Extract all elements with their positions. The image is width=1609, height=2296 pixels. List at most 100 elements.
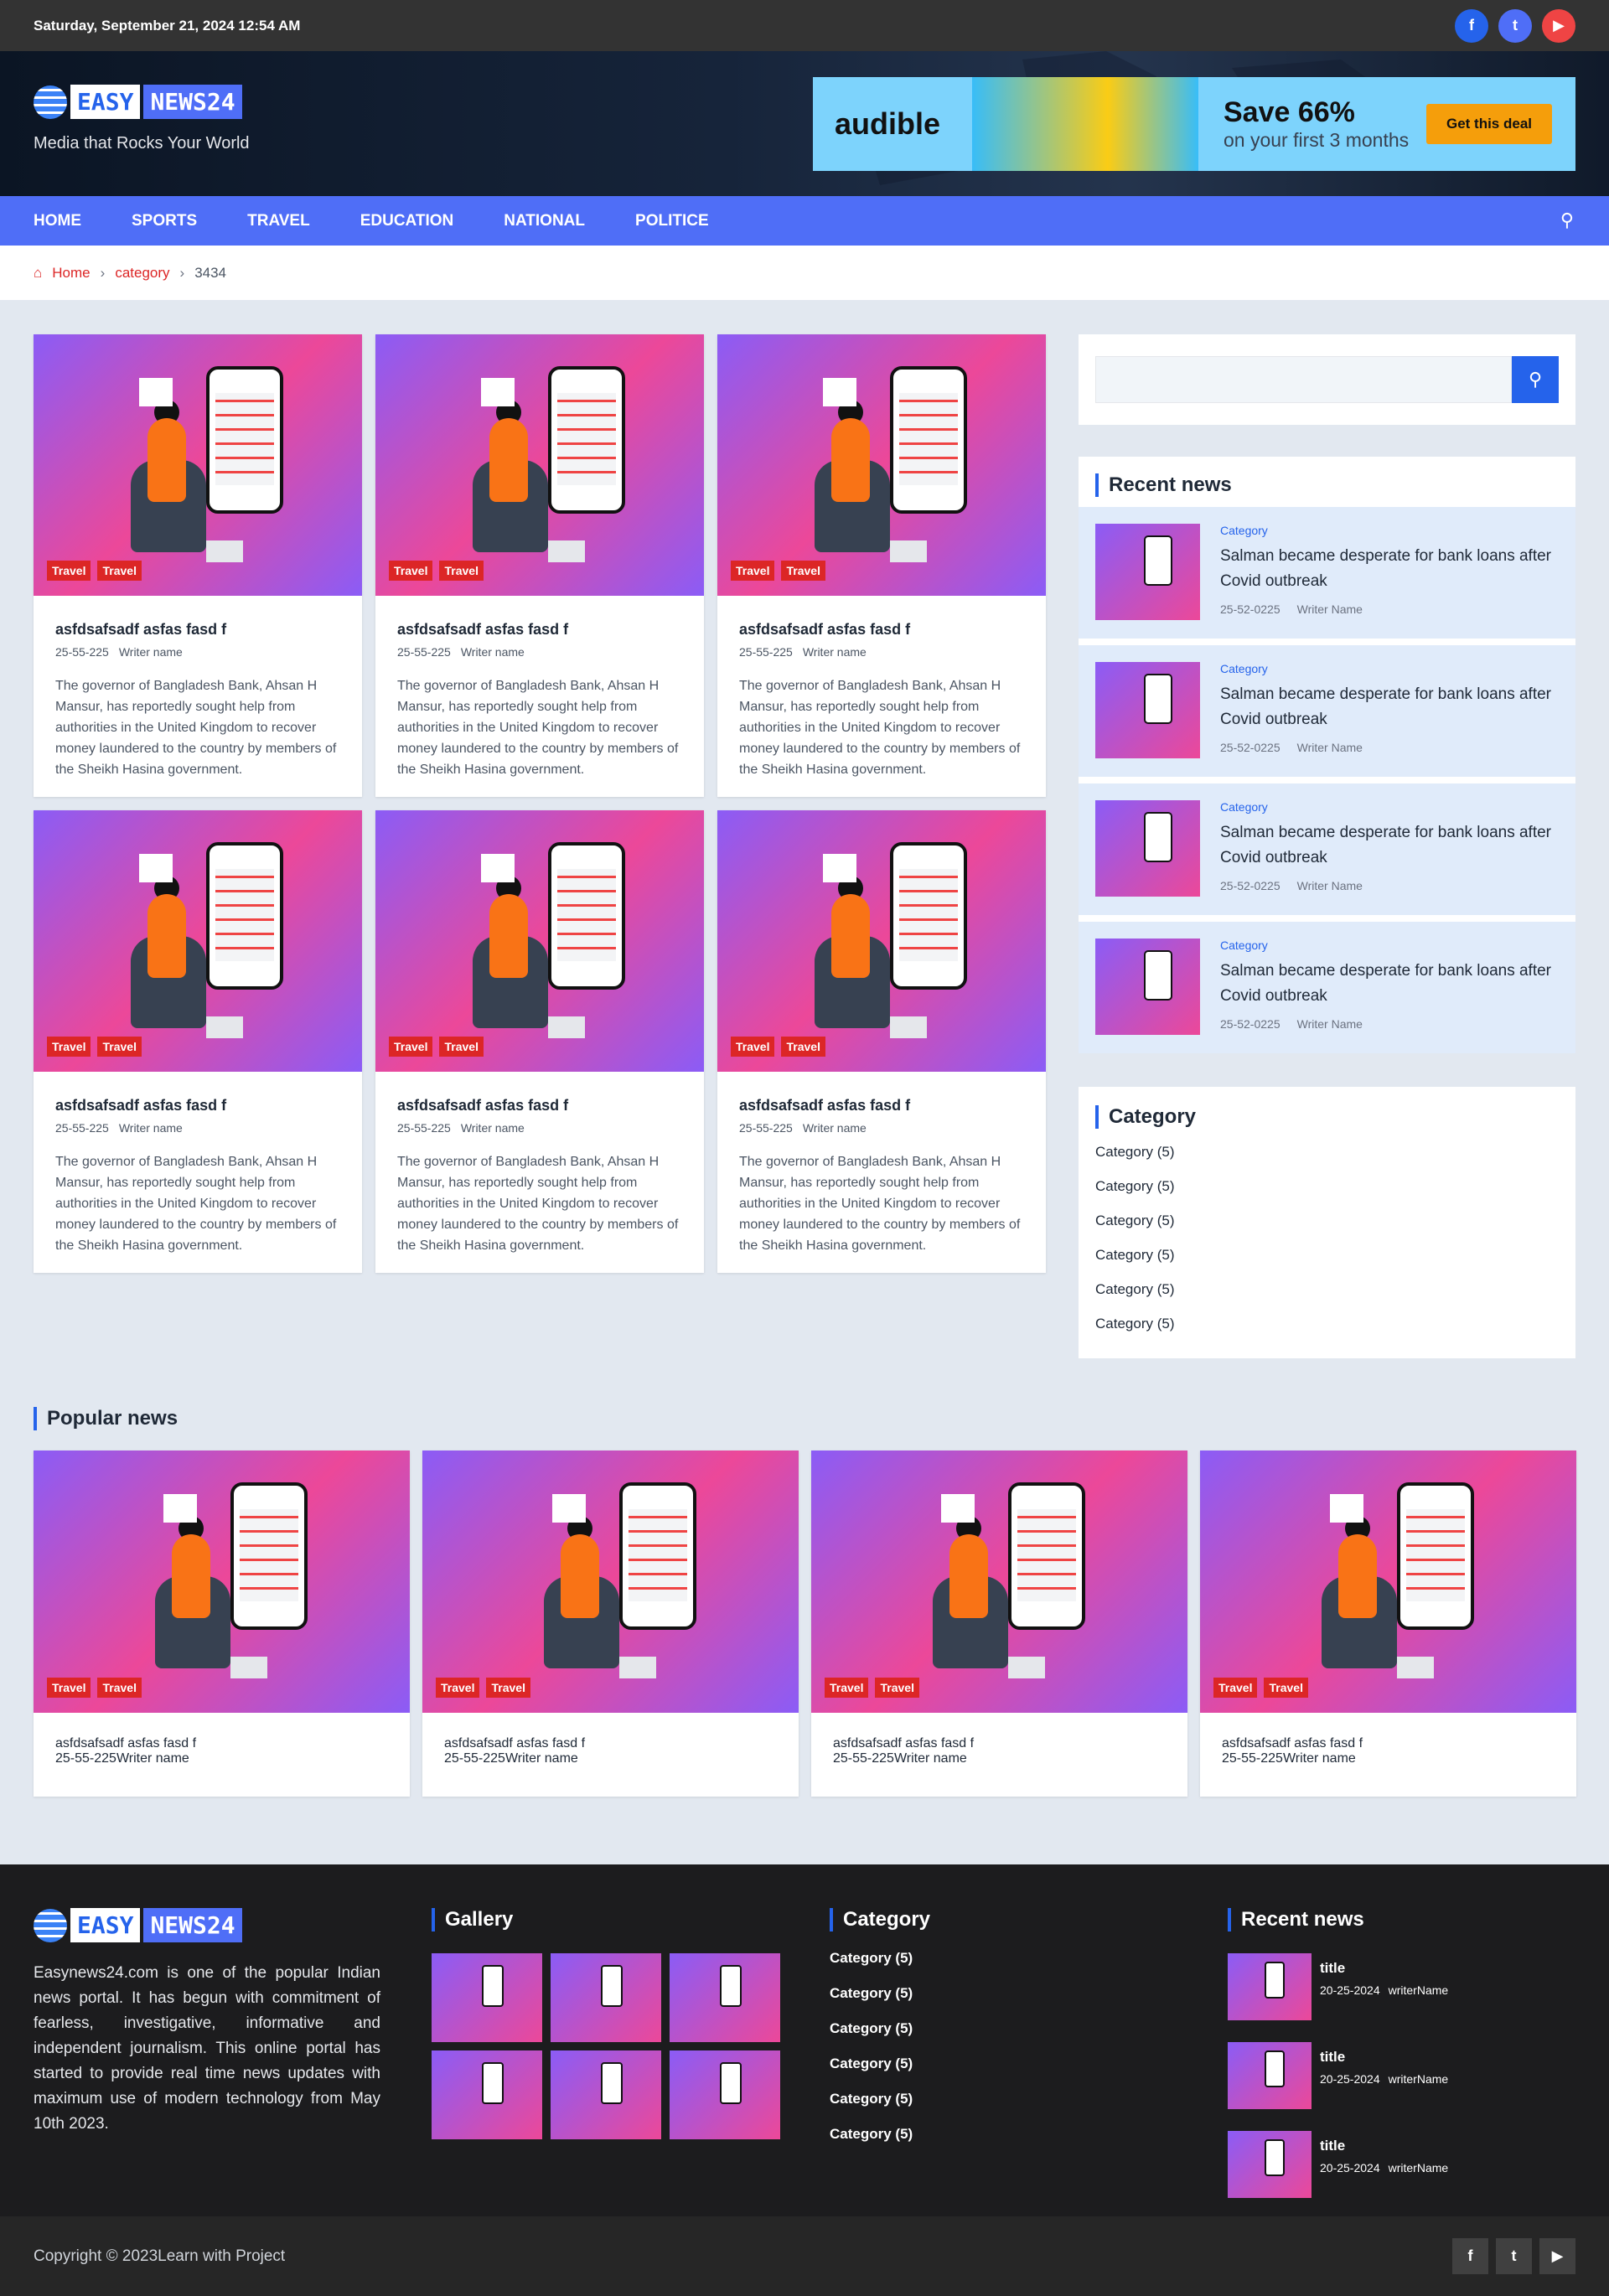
popular-news-card[interactable]: Travel Travel asfdsafsadf asfas fasd f 2… [811, 1451, 1187, 1797]
footer-category-link[interactable]: Category (5) [830, 1950, 930, 1967]
recent-news-thumbnail[interactable] [1095, 800, 1200, 897]
recent-news-item[interactable]: Category Salman became desperate for ban… [1079, 922, 1575, 1053]
article-image[interactable]: Travel Travel [422, 1451, 799, 1713]
category-tag[interactable]: Travel [47, 1678, 91, 1698]
article-title[interactable]: asfdsafsadf asfas fasd f [55, 621, 340, 639]
category-tag[interactable]: Travel [825, 1678, 869, 1698]
nav-politice[interactable]: POLITICE [635, 212, 709, 230]
ad-cta-button[interactable]: Get this deal [1425, 104, 1552, 144]
article-title[interactable]: asfdsafsadf asfas fasd f [397, 1097, 682, 1114]
facebook-icon[interactable]: f [1452, 2238, 1488, 2274]
category-tag[interactable]: Travel [1264, 1678, 1308, 1698]
recent-news-title[interactable]: Salman became desperate for bank loans a… [1220, 682, 1559, 732]
footer-category-link[interactable]: Category (5) [830, 1985, 930, 2002]
nav-national[interactable]: NATIONAL [504, 212, 585, 230]
twitter-icon[interactable]: t [1496, 2238, 1532, 2274]
recent-news-thumbnail[interactable] [1095, 524, 1200, 620]
category-tag[interactable]: Travel [781, 561, 825, 581]
footer-category-link[interactable]: Category (5) [830, 2091, 930, 2107]
article-image[interactable]: Travel Travel [34, 334, 362, 596]
recent-news-category[interactable]: Category [1220, 939, 1559, 952]
site-logo[interactable]: EASY NEWS24 [34, 85, 250, 119]
footer-recent-item[interactable]: title 20-25-2024 writerName [1228, 2042, 1448, 2109]
category-tag[interactable]: Travel [781, 1037, 825, 1057]
nav-education[interactable]: EDUCATION [360, 212, 454, 230]
article-title[interactable]: asfdsafsadf asfas fasd f [739, 621, 1024, 639]
category-tag[interactable]: Travel [97, 561, 142, 581]
category-link[interactable]: Category (5) [1095, 1316, 1559, 1332]
popular-news-title[interactable]: asfdsafsadf asfas fasd f [55, 1736, 388, 1751]
popular-news-card[interactable]: Travel Travel asfdsafsadf asfas fasd f 2… [1200, 1451, 1576, 1797]
category-link[interactable]: Category (5) [1095, 1144, 1559, 1161]
recent-news-item[interactable]: Category Salman became desperate for ban… [1079, 645, 1575, 777]
category-tag[interactable]: Travel [875, 1678, 919, 1698]
recent-news-category[interactable]: Category [1220, 800, 1559, 814]
footer-recent-title[interactable]: title [1320, 1960, 1448, 1977]
category-link[interactable]: Category (5) [1095, 1247, 1559, 1264]
category-tag[interactable]: Travel [439, 1037, 484, 1057]
recent-news-category[interactable]: Category [1220, 524, 1559, 537]
gallery-image[interactable] [670, 2050, 780, 2139]
footer-category-link[interactable]: Category (5) [830, 2126, 930, 2143]
youtube-icon[interactable]: ▶ [1539, 2238, 1575, 2274]
category-tag[interactable]: Travel [486, 1678, 530, 1698]
footer-recent-item[interactable]: title 20-25-2024 writerName [1228, 2131, 1448, 2198]
search-input[interactable] [1095, 356, 1512, 403]
nav-travel[interactable]: TRAVEL [247, 212, 310, 230]
article-card[interactable]: Travel Travel asfdsafsadf asfas fasd f 2… [34, 334, 362, 797]
footer-recent-item[interactable]: title 20-25-2024 writerName [1228, 1953, 1448, 2020]
facebook-icon[interactable]: f [1455, 8, 1488, 43]
category-tag[interactable]: Travel [731, 561, 775, 581]
article-card[interactable]: Travel Travel asfdsafsadf asfas fasd f 2… [375, 810, 704, 1273]
article-image[interactable]: Travel Travel [1200, 1451, 1576, 1713]
nav-sports[interactable]: SPORTS [132, 212, 197, 230]
footer-category-link[interactable]: Category (5) [830, 2056, 930, 2072]
article-image[interactable]: Travel Travel [717, 810, 1046, 1072]
popular-news-title[interactable]: asfdsafsadf asfas fasd f [1222, 1736, 1555, 1751]
recent-news-thumbnail[interactable] [1095, 662, 1200, 758]
search-icon[interactable]: ⚲ [1560, 209, 1574, 231]
home-icon[interactable]: ⌂ [34, 265, 42, 282]
footer-logo[interactable]: EASY NEWS24 [34, 1908, 380, 1942]
category-tag[interactable]: Travel [436, 1678, 480, 1698]
article-image[interactable]: Travel Travel [34, 810, 362, 1072]
recent-news-item[interactable]: Category Salman became desperate for ban… [1079, 507, 1575, 639]
article-image[interactable]: Travel Travel [811, 1451, 1187, 1713]
recent-news-category[interactable]: Category [1220, 662, 1559, 675]
gallery-image[interactable] [432, 1953, 542, 2042]
search-button[interactable]: ⚲ [1512, 356, 1559, 403]
nav-home[interactable]: HOME [34, 212, 81, 230]
category-tag[interactable]: Travel [389, 1037, 433, 1057]
category-tag[interactable]: Travel [97, 1037, 142, 1057]
recent-news-title[interactable]: Salman became desperate for bank loans a… [1220, 959, 1559, 1009]
footer-recent-thumbnail[interactable] [1228, 2131, 1312, 2198]
popular-news-title[interactable]: asfdsafsadf asfas fasd f [444, 1736, 777, 1751]
article-card[interactable]: Travel Travel asfdsafsadf asfas fasd f 2… [717, 334, 1046, 797]
footer-recent-title[interactable]: title [1320, 2049, 1448, 2066]
footer-recent-title[interactable]: title [1320, 2138, 1448, 2154]
article-card[interactable]: Travel Travel asfdsafsadf asfas fasd f 2… [375, 334, 704, 797]
category-tag[interactable]: Travel [389, 561, 433, 581]
article-card[interactable]: Travel Travel asfdsafsadf asfas fasd f 2… [717, 810, 1046, 1273]
category-tag[interactable]: Travel [97, 1678, 142, 1698]
footer-recent-thumbnail[interactable] [1228, 1953, 1312, 2020]
category-tag[interactable]: Travel [731, 1037, 775, 1057]
twitter-icon[interactable]: t [1498, 8, 1532, 43]
category-tag[interactable]: Travel [47, 1037, 91, 1057]
category-tag[interactable]: Travel [439, 561, 484, 581]
breadcrumb-home[interactable]: Home [52, 265, 90, 282]
gallery-image[interactable] [670, 1953, 780, 2042]
article-image[interactable]: Travel Travel [375, 810, 704, 1072]
article-image[interactable]: Travel Travel [375, 334, 704, 596]
article-card[interactable]: Travel Travel asfdsafsadf asfas fasd f 2… [34, 810, 362, 1273]
logo-area[interactable]: EASY NEWS24 Media that Rocks Your World [34, 85, 250, 153]
advertisement-banner[interactable]: audible Save 66% on your first 3 months … [813, 77, 1575, 171]
footer-recent-thumbnail[interactable] [1228, 2042, 1312, 2109]
footer-category-link[interactable]: Category (5) [830, 2020, 930, 2037]
recent-news-title[interactable]: Salman became desperate for bank loans a… [1220, 820, 1559, 871]
category-link[interactable]: Category (5) [1095, 1281, 1559, 1298]
gallery-image[interactable] [551, 2050, 661, 2139]
recent-news-title[interactable]: Salman became desperate for bank loans a… [1220, 544, 1559, 594]
article-title[interactable]: asfdsafsadf asfas fasd f [739, 1097, 1024, 1114]
category-tag[interactable]: Travel [47, 561, 91, 581]
